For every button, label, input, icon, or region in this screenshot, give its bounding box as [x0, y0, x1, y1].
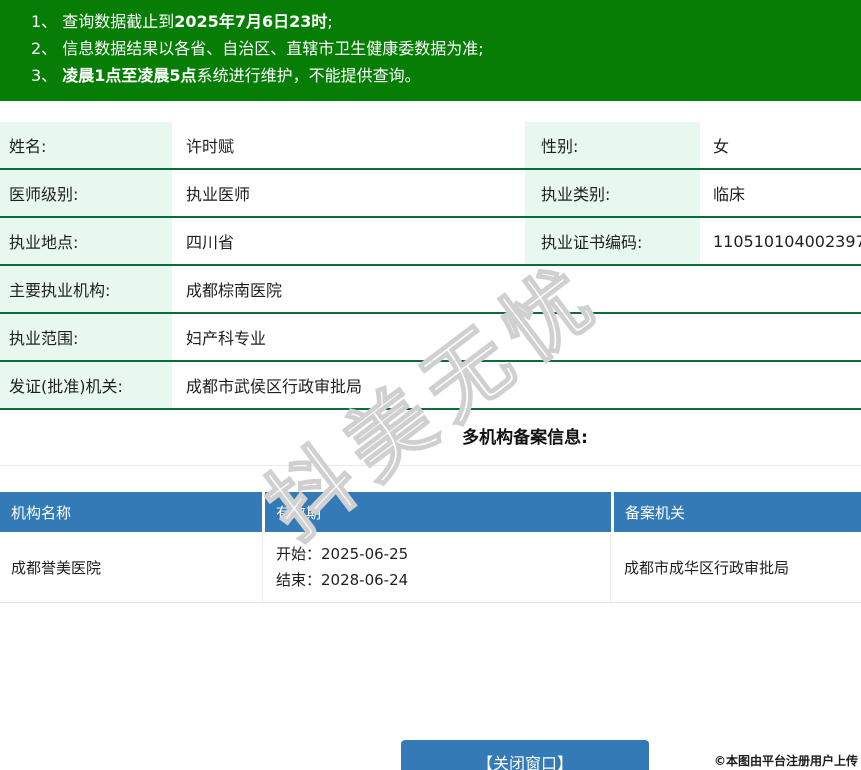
filing-records-table: 机构名称 有效期 备案机关 成都誉美医院 开始：2025-06-25 结束：20…: [0, 492, 861, 603]
field-value-level: 执业医师: [186, 185, 251, 204]
table-row: 医师级别: 执业医师 执业类别: 临床: [0, 170, 861, 218]
field-label-gender: 性别:: [525, 122, 700, 168]
table-row: 执业范围: 妇产科专业: [0, 314, 861, 362]
query-result-page: 1、 查询数据截止到2025年7月6日23时; 2、 信息数据结果以各省、自治区…: [0, 0, 861, 770]
notice-bold-text: 2025年7月6日23时: [174, 12, 328, 31]
field-value-practice-scope: 妇产科专业: [186, 329, 267, 348]
table-row: 姓名: 许时赋 性别: 女: [0, 122, 861, 170]
table-row: 成都誉美医院 开始：2025-06-25 结束：2028-06-24 成都市成华…: [0, 532, 861, 603]
validity-start: 开始：2025-06-25: [276, 545, 409, 563]
column-header-validity: 有效期: [265, 492, 611, 532]
field-value-cert-number: 110510104002397: [713, 231, 861, 251]
field-label-location: 执业地点:: [0, 218, 172, 264]
field-value-location: 四川省: [186, 233, 235, 252]
notice-text: 1、 查询数据截止到: [31, 12, 175, 31]
cell-validity-period: 开始：2025-06-25 结束：2028-06-24: [263, 532, 611, 602]
field-label-category: 执业类别:: [525, 170, 700, 216]
notice-text: 2、 信息数据结果以各省、自治区、直辖市卫生健康委数据为准;: [31, 39, 484, 58]
column-header-institution: 机构名称: [0, 492, 262, 532]
table-row: 主要执业机构: 成都棕南医院: [0, 266, 861, 314]
field-label-main-institution: 主要执业机构:: [0, 266, 172, 312]
field-label-level: 医师级别:: [0, 170, 172, 216]
field-label-name: 姓名:: [0, 122, 172, 168]
field-label-cert-number: 执业证书编码:: [525, 218, 700, 264]
table-row: 发证(批准)机关: 成都市武侯区行政审批局: [0, 362, 861, 410]
notice-line-2: 2、 信息数据结果以各省、自治区、直辖市卫生健康委数据为准;: [31, 35, 861, 62]
field-value-main-institution: 成都棕南医院: [186, 281, 283, 300]
physician-profile-table: 姓名: 许时赋 性别: 女 医师级别: 执业医师 执业类别: 临床 执业地点: …: [0, 122, 861, 410]
section-divider: [0, 465, 861, 466]
table-row: 执业地点: 四川省 执业证书编码: 110510104002397: [0, 218, 861, 266]
field-value-gender: 女: [713, 137, 730, 156]
notice-text: 系统进行维护，不能提供查询。: [196, 66, 421, 85]
notice-bold-text: 凌晨1点至凌晨5点: [62, 66, 197, 85]
notice-line-1: 1、 查询数据截止到2025年7月6日23时;: [31, 8, 861, 35]
field-label-issuing-authority: 发证(批准)机关:: [0, 362, 172, 408]
table-header-row: 机构名称 有效期 备案机关: [0, 492, 861, 532]
validity-end: 结束：2028-06-24: [276, 571, 409, 589]
field-value-issuing-authority: 成都市武侯区行政审批局: [186, 377, 363, 396]
field-value-name: 许时赋: [186, 137, 235, 156]
column-header-authority: 备案机关: [614, 492, 861, 532]
notice-text: ;: [327, 12, 333, 31]
close-window-button[interactable]: 【关闭窗口】: [401, 740, 649, 770]
cell-filing-authority: 成都市成华区行政审批局: [624, 558, 790, 577]
cell-institution-name: 成都誉美医院: [0, 532, 263, 602]
page-content: 1、 查询数据截止到2025年7月6日23时; 2、 信息数据结果以各省、自治区…: [0, 0, 861, 770]
field-label-practice-scope: 执业范围:: [0, 314, 172, 360]
field-value-category: 临床: [713, 185, 746, 204]
section-title-multi-institution: 多机构备案信息:: [462, 428, 588, 448]
notice-line-3: 3、 凌晨1点至凌晨5点系统进行维护，不能提供查询。: [31, 62, 861, 89]
notice-banner: 1、 查询数据截止到2025年7月6日23时; 2、 信息数据结果以各省、自治区…: [0, 0, 861, 101]
notice-text: 3、: [31, 66, 63, 85]
